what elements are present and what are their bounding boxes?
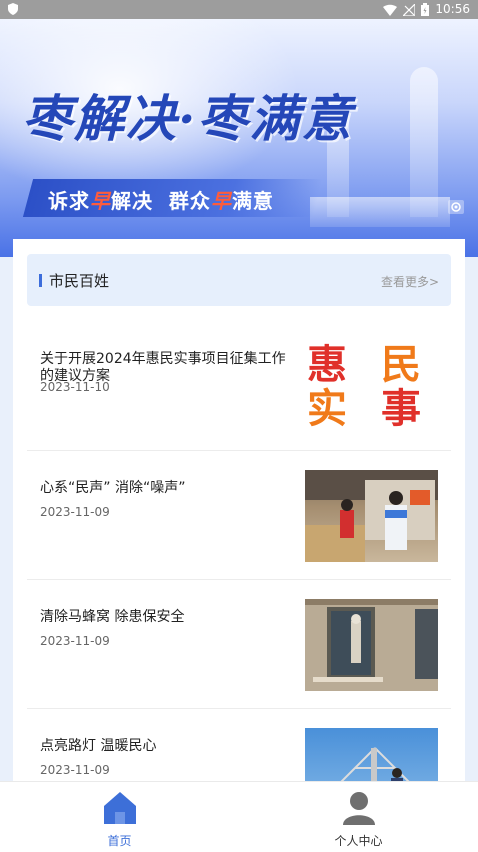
tab-profile[interactable]: 个人中心: [239, 782, 478, 852]
user-icon: [343, 792, 375, 825]
home-icon: [104, 792, 136, 824]
status-time: 10:56: [435, 2, 470, 16]
section-header: 市民百姓 查看更多>: [27, 254, 451, 306]
tab-home[interactable]: 首页: [0, 782, 239, 852]
battery-icon: [421, 3, 430, 16]
banner-subtitle: 诉求早解决 群众早满意: [48, 189, 274, 213]
bottom-tab-bar: 首页 个人中心: [0, 781, 478, 852]
hero-banner: 枣解决·枣满意 诉求早解决 群众早满意: [0, 19, 478, 257]
shield-icon: [8, 3, 18, 15]
news-item[interactable]: 关于开展2024年惠民实事项目征集工作的建议方案 2023-11-10 惠 民 …: [27, 321, 451, 451]
news-date: 2023-11-10: [40, 380, 110, 394]
news-item[interactable]: 清除马蜂窝 除患保安全 2023-11-09: [27, 579, 451, 709]
settings-icon[interactable]: [448, 200, 464, 214]
section-accent-bar: [39, 274, 42, 287]
news-thumbnail: [305, 599, 438, 691]
news-date: 2023-11-09: [40, 763, 110, 777]
wifi-icon: [383, 4, 398, 16]
banner-slogan: 枣解决·枣满意: [22, 89, 354, 148]
news-thumbnail: 惠 民 实 事: [305, 341, 438, 433]
news-title: 点亮路灯 温暖民心: [40, 738, 157, 754]
building-decoration: [410, 67, 438, 217]
news-date: 2023-11-09: [40, 634, 110, 648]
no-signal-icon: [403, 3, 416, 16]
status-bar: 10:56: [0, 0, 478, 19]
news-title: 清除马蜂窝 除患保安全: [40, 609, 185, 625]
building-decoration: [310, 197, 450, 227]
news-thumbnail: [305, 470, 438, 562]
content-card: 市民百姓 查看更多> 关于开展2024年惠民实事项目征集工作的建议方案 2023…: [13, 239, 465, 820]
section-title: 市民百姓: [49, 272, 110, 290]
view-more-link[interactable]: 查看更多>: [381, 273, 439, 290]
news-title: 心系“民声” 消除“噪声”: [40, 480, 186, 496]
news-item[interactable]: 心系“民声” 消除“噪声” 2023-11-09: [27, 450, 451, 580]
news-date: 2023-11-09: [40, 505, 110, 519]
tab-profile-label: 个人中心: [334, 834, 383, 848]
tab-home-label: 首页: [107, 834, 132, 848]
